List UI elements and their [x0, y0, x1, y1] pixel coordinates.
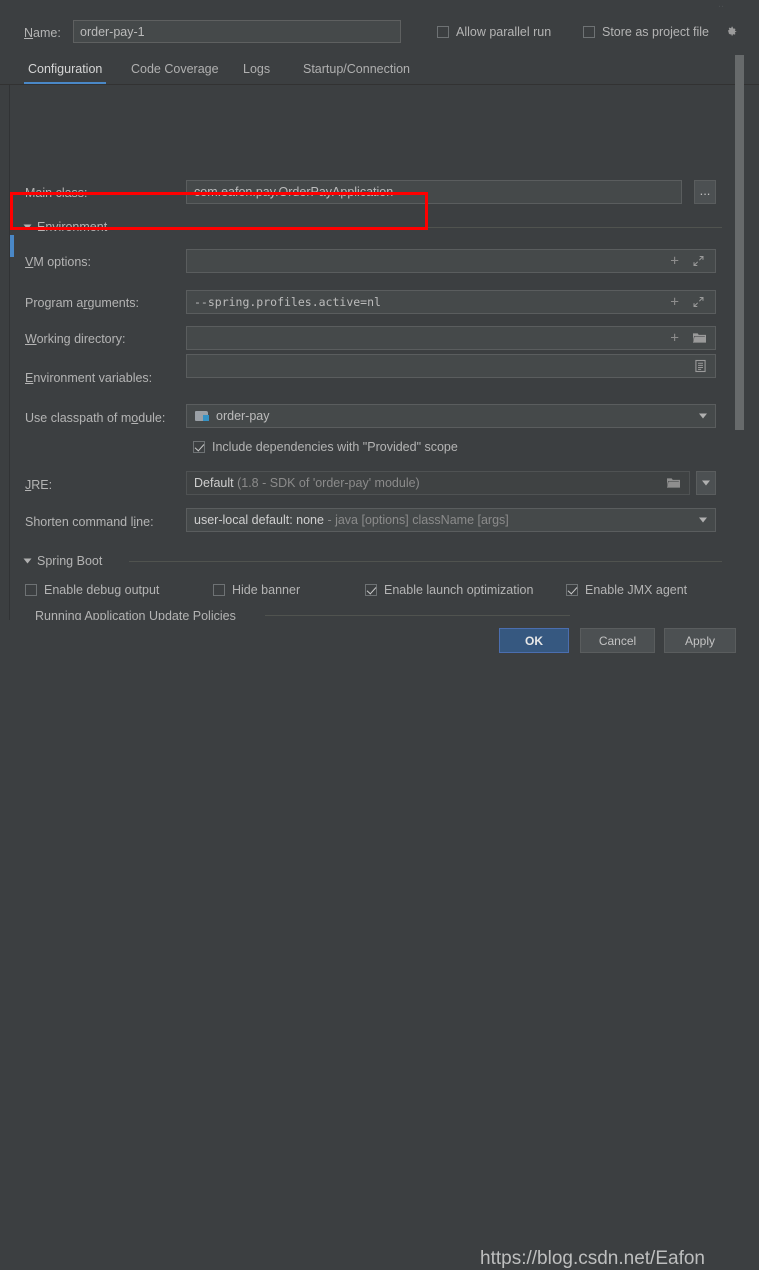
scrollbar-thumb[interactable]: [735, 55, 744, 430]
cancel-button[interactable]: Cancel: [580, 628, 655, 653]
allow-parallel-run-label: Allow parallel run: [456, 25, 552, 39]
spring-boot-section-header[interactable]: Spring Boot: [23, 554, 103, 568]
tab-logs[interactable]: Logs: [239, 55, 274, 84]
chevron-down-icon: [702, 480, 710, 486]
checkbox-box: [193, 441, 205, 453]
shorten-command-line-hint: - java [options] className [args]: [327, 513, 509, 527]
update-policies-section-label: Running Application Update Policies: [35, 609, 236, 620]
program-arguments-label: Program arguments:: [25, 296, 139, 310]
name-input[interactable]: order-pay-1: [73, 20, 401, 43]
jre-select[interactable]: Default (1.8 - SDK of 'order-pay' module…: [186, 471, 690, 495]
include-provided-scope-checkbox[interactable]: Include dependencies with "Provided" sco…: [193, 440, 458, 454]
insert-macro-icon[interactable]: +: [670, 295, 679, 310]
shorten-command-line-label: Shorten command line:: [25, 515, 154, 529]
tab-code-coverage[interactable]: Code Coverage: [127, 55, 223, 84]
hide-banner-label: Hide banner: [232, 583, 301, 597]
checkbox-box: [437, 26, 449, 38]
annotation-highlight-box: [10, 192, 428, 230]
jre-value: Default: [194, 476, 234, 490]
spring-boot-section-label: Spring Boot: [37, 554, 103, 568]
watermark-text: https://blog.csdn.net/Eafon: [480, 1248, 705, 1269]
checkbox-box: [365, 584, 377, 596]
use-classpath-of-module-value: order-pay: [216, 409, 270, 423]
expand-editor-icon[interactable]: [692, 255, 705, 268]
jre-label: JRE:: [25, 478, 53, 492]
program-arguments-input[interactable]: --spring.profiles.active=nl +: [186, 290, 716, 314]
enable-launch-optimization-checkbox[interactable]: Enable launch optimization: [365, 583, 533, 597]
store-as-project-file-checkbox[interactable]: Store as project file: [583, 25, 709, 39]
chevron-down-icon[interactable]: [699, 413, 707, 419]
chevron-down-icon[interactable]: [699, 517, 707, 523]
tab-bar: Configuration Code Coverage Logs Startup…: [0, 55, 759, 85]
checkbox-box: [566, 584, 578, 596]
enable-launch-optimization-label: Enable launch optimization: [384, 583, 534, 597]
shorten-command-line-select[interactable]: user-local default: none - java [options…: [186, 508, 716, 532]
gear-icon[interactable]: [724, 25, 738, 39]
vm-options-input[interactable]: +: [186, 249, 716, 273]
shorten-command-line-value: user-local default: none: [194, 513, 324, 527]
vm-options-label: VM options:: [25, 255, 92, 269]
run-configuration-dialog: Name: order-pay-1 Allow parallel run Sto…: [0, 0, 759, 1269]
enable-debug-output-checkbox[interactable]: Enable debug output: [25, 583, 159, 597]
configuration-panel: Main class: com.eafon.pay.OrderPayApplic…: [9, 85, 732, 620]
tab-startup-connection[interactable]: Startup/Connection: [299, 55, 414, 84]
tab-configuration[interactable]: Configuration: [24, 55, 107, 84]
folder-icon[interactable]: [666, 477, 681, 490]
checkbox-box: [583, 26, 595, 38]
allow-parallel-run-checkbox[interactable]: Allow parallel run: [437, 25, 551, 39]
browse-variables-icon[interactable]: [695, 359, 706, 373]
apply-button[interactable]: Apply: [664, 628, 736, 653]
main-class-browse-button[interactable]: ...: [694, 180, 716, 204]
insert-macro-icon[interactable]: +: [670, 331, 679, 346]
insert-macro-icon[interactable]: +: [670, 254, 679, 269]
jre-value-hint: (1.8 - SDK of 'order-pay' module): [237, 476, 420, 490]
bottom-cutoff-text: [96, 659, 99, 671]
enable-debug-output-label: Enable debug output: [44, 583, 160, 597]
use-classpath-of-module-select[interactable]: order-pay: [186, 404, 716, 428]
module-icon: [195, 410, 209, 422]
use-classpath-of-module-label: Use classpath of module:: [25, 411, 166, 425]
include-provided-scope-label: Include dependencies with "Provided" sco…: [212, 440, 458, 454]
ok-button[interactable]: OK: [499, 628, 569, 653]
checkbox-box: [213, 584, 225, 596]
folder-icon[interactable]: [692, 332, 707, 345]
chevron-down-icon: [23, 558, 32, 564]
checkbox-box: [25, 584, 37, 596]
hide-banner-checkbox[interactable]: Hide banner: [213, 583, 300, 597]
name-bar: Name: order-pay-1 Allow parallel run Sto…: [0, 0, 759, 50]
section-divider: [265, 615, 570, 616]
working-directory-label: Working directory:: [25, 332, 126, 346]
dialog-button-bar: OK Cancel Apply https://blog.csdn.net/Ea…: [0, 620, 759, 1269]
expand-editor-icon[interactable]: [692, 296, 705, 309]
program-arguments-value: --spring.profiles.active=nl: [194, 295, 381, 309]
working-directory-input[interactable]: +: [186, 326, 716, 350]
enable-jmx-agent-checkbox[interactable]: Enable JMX agent: [566, 583, 687, 597]
store-as-project-file-label: Store as project file: [602, 25, 709, 39]
environment-variables-label: Environment variables:: [25, 371, 153, 385]
top-ghost-mark: ..: [718, 0, 725, 10]
modified-marker: [10, 235, 14, 257]
jre-dropdown-button[interactable]: [696, 471, 716, 495]
environment-variables-input[interactable]: [186, 354, 716, 378]
name-label: Name:: [24, 26, 61, 40]
section-divider: [129, 561, 722, 562]
enable-jmx-agent-label: Enable JMX agent: [585, 583, 688, 597]
